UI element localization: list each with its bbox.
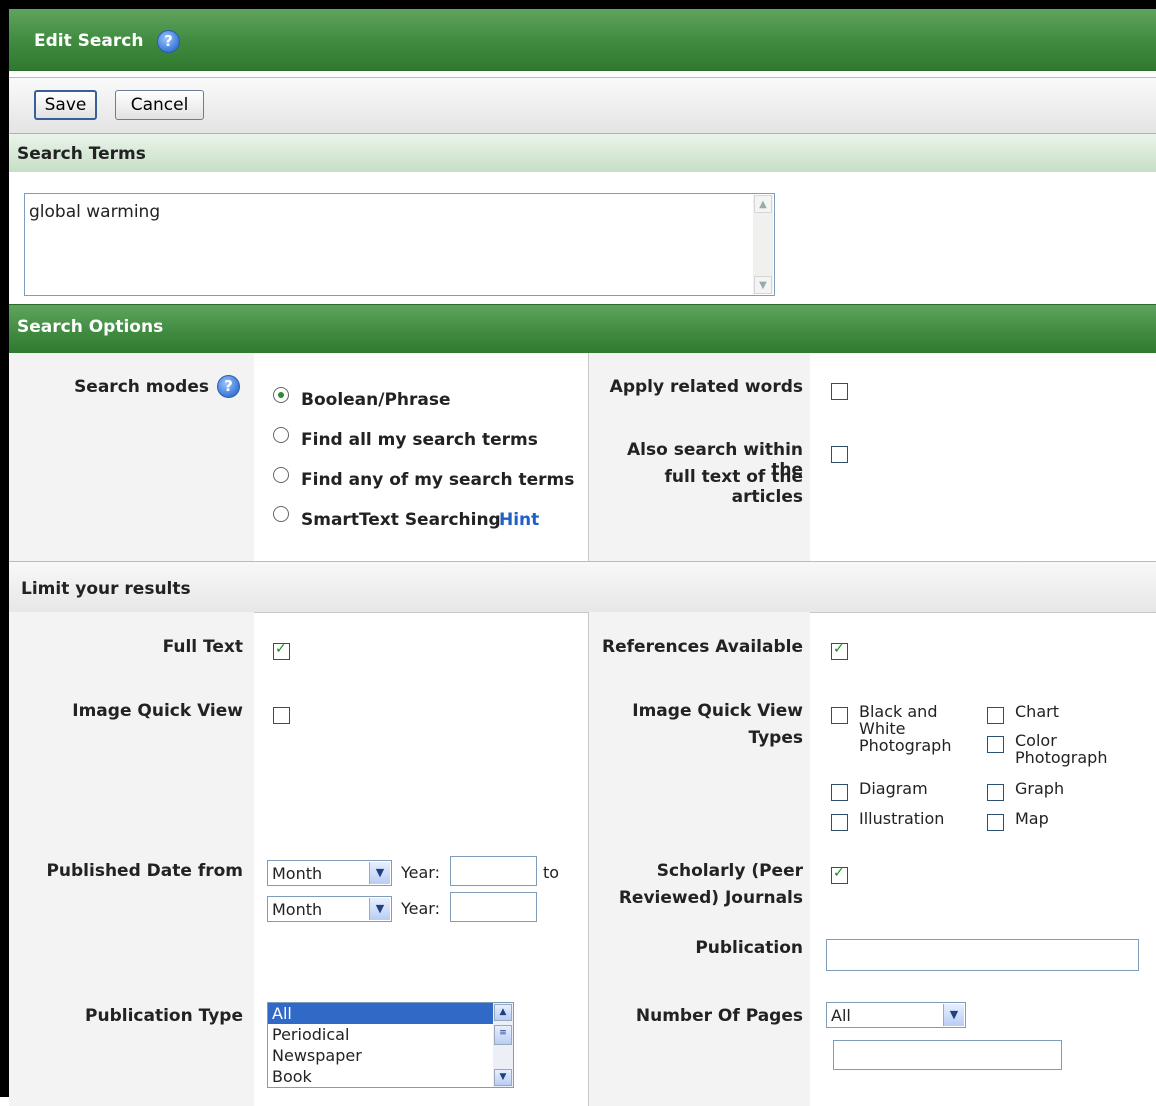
- search-terms-value: global warming: [29, 202, 161, 222]
- year-to-input[interactable]: [450, 892, 537, 922]
- radio-label: SmartText Searching: [301, 510, 501, 530]
- to-label: to: [543, 863, 560, 882]
- search-modes-help-icon[interactable]: ?: [217, 375, 240, 398]
- year-label: Year:: [401, 863, 440, 882]
- chevron-down-icon[interactable]: ▼: [943, 1004, 964, 1026]
- publication-input[interactable]: [826, 939, 1139, 971]
- chevron-down-icon[interactable]: ▼: [369, 862, 390, 884]
- hint-link[interactable]: Hint: [499, 510, 539, 530]
- limit-results-header: Limit your results: [9, 561, 1156, 613]
- list-item[interactable]: Book: [268, 1066, 513, 1087]
- scroll-up-icon[interactable]: ▲: [494, 1004, 512, 1021]
- bw-photo-label: White: [859, 719, 906, 738]
- full-text-checkbox[interactable]: [273, 641, 290, 660]
- pages-select[interactable]: All ▼: [826, 1002, 966, 1028]
- limits-label-column: [9, 612, 254, 1106]
- edit-search-panel: Edit Search ? Save Cancel Search Terms g…: [0, 0, 1156, 1106]
- apply-related-label: Apply related words: [609, 377, 803, 397]
- title-bar: Edit Search ?: [9, 9, 1156, 71]
- diagram-label: Diagram: [859, 779, 928, 798]
- map-checkbox[interactable]: [987, 814, 1004, 831]
- search-modes-label: Search modes: [74, 377, 209, 397]
- graph-label: Graph: [1015, 779, 1065, 798]
- radio-smarttext[interactable]: [273, 506, 289, 522]
- search-terms-textarea[interactable]: global warming ▲ ▼: [24, 193, 775, 296]
- iqv-types-label: Types: [748, 728, 803, 748]
- list-item[interactable]: Periodical: [268, 1024, 513, 1045]
- image-quick-view-label: Image Quick View: [72, 701, 243, 721]
- bw-photo-label: Black and: [859, 702, 938, 721]
- image-quick-view-checkbox[interactable]: [273, 707, 290, 724]
- radio-boolean-phrase[interactable]: [273, 387, 289, 403]
- page-title: Edit Search: [34, 31, 144, 51]
- radio-label: Find all my search terms: [301, 430, 538, 450]
- select-value: Month: [272, 864, 323, 883]
- illustration-checkbox[interactable]: [831, 814, 848, 831]
- list-item[interactable]: Newspaper: [268, 1045, 513, 1066]
- scholarly-label: Scholarly (Peer: [656, 861, 803, 881]
- diagram-checkbox[interactable]: [831, 784, 848, 801]
- publication-label: Publication: [695, 938, 803, 958]
- color-photo-label: Photograph: [1015, 748, 1108, 767]
- scholarly-checkbox[interactable]: [831, 865, 848, 884]
- scroll-up-icon[interactable]: ▲: [754, 195, 772, 213]
- year-label: Year:: [401, 899, 440, 918]
- chart-label: Chart: [1015, 702, 1059, 721]
- full-text-search-checkbox[interactable]: [831, 446, 848, 463]
- scholarly-label: Reviewed) Journals: [618, 888, 803, 908]
- section-title: Search Terms: [17, 144, 146, 164]
- month-from-select[interactable]: Month ▼: [267, 860, 392, 886]
- toolbar: Save Cancel: [9, 77, 1156, 134]
- bw-photo-label: Photograph: [859, 736, 952, 755]
- illustration-label: Illustration: [859, 809, 945, 828]
- publication-type-label: Publication Type: [85, 1006, 243, 1026]
- listbox-scrollbar[interactable]: ▲ ≡ ▼: [493, 1003, 513, 1087]
- section-title: Limit your results: [21, 579, 191, 599]
- map-label: Map: [1015, 809, 1049, 828]
- chart-checkbox[interactable]: [987, 707, 1004, 724]
- iqv-types-label: Image Quick View: [632, 701, 803, 721]
- column-divider: [588, 353, 589, 561]
- column-divider: [588, 612, 589, 1106]
- year-from-input[interactable]: [450, 856, 537, 886]
- radio-find-any[interactable]: [273, 467, 289, 483]
- chevron-down-icon[interactable]: ▼: [369, 898, 390, 920]
- select-value: Month: [272, 900, 323, 919]
- full-text-label: Full Text: [162, 637, 243, 657]
- radio-label: Boolean/Phrase: [301, 390, 451, 410]
- publication-type-listbox[interactable]: All Periodical Newspaper Book ▲ ≡ ▼: [267, 1002, 514, 1088]
- references-label: References Available: [602, 637, 803, 657]
- textarea-scrollbar[interactable]: ▲ ▼: [753, 195, 773, 294]
- list-item[interactable]: All: [268, 1003, 493, 1024]
- pages-input[interactable]: [833, 1040, 1062, 1070]
- apply-related-checkbox[interactable]: [831, 383, 848, 400]
- bw-photo-checkbox[interactable]: [831, 707, 848, 724]
- section-title: Search Options: [17, 317, 164, 337]
- save-button[interactable]: Save: [34, 90, 97, 120]
- search-terms-header: Search Terms: [9, 133, 1156, 172]
- color-photo-checkbox[interactable]: [987, 736, 1004, 753]
- radio-find-all[interactable]: [273, 427, 289, 443]
- limits-label-column-right: [588, 612, 810, 1106]
- scroll-thumb[interactable]: ≡: [494, 1025, 512, 1045]
- references-checkbox[interactable]: [831, 641, 848, 660]
- month-to-select[interactable]: Month ▼: [267, 896, 392, 922]
- full-text-search-label: full text of the articles: [664, 467, 804, 507]
- scroll-down-icon[interactable]: ▼: [494, 1069, 512, 1086]
- scroll-down-icon[interactable]: ▼: [754, 276, 772, 294]
- pages-label: Number Of Pages: [635, 1006, 803, 1026]
- help-icon[interactable]: ?: [157, 30, 180, 53]
- select-value: All: [831, 1006, 851, 1025]
- published-from-label: Published Date from: [46, 861, 243, 881]
- color-photo-label: Color: [1015, 731, 1057, 750]
- cancel-button[interactable]: Cancel: [115, 90, 204, 120]
- radio-label: Find any of my search terms: [301, 470, 575, 490]
- graph-checkbox[interactable]: [987, 784, 1004, 801]
- search-options-header: Search Options: [9, 304, 1156, 353]
